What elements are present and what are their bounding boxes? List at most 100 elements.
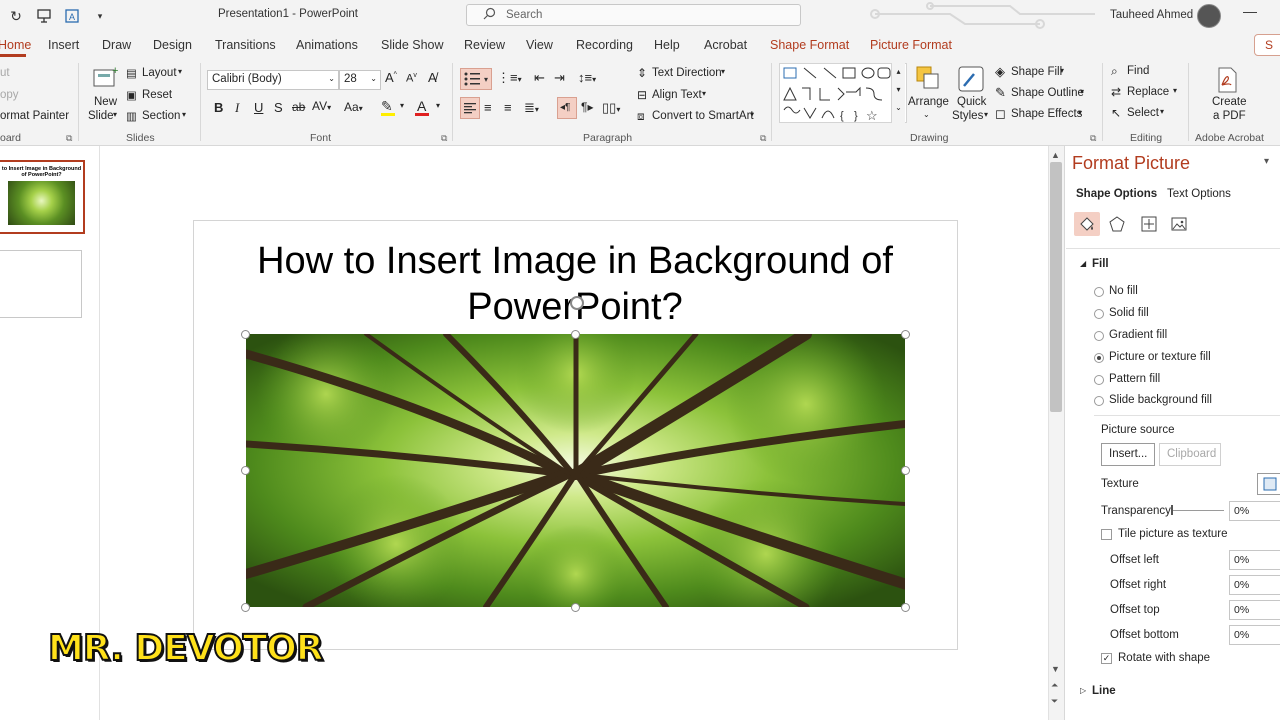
shape-fill-dropdown-icon[interactable]: ▾ [1060,66,1064,75]
tab-acrobat[interactable]: Acrobat [704,38,747,52]
increase-indent-icon[interactable]: ⇥ [554,70,565,86]
line-expand-icon[interactable]: ▷ [1080,686,1086,695]
user-name[interactable]: Tauheed Ahmed [1110,9,1193,21]
resize-handle-bottom-left[interactable] [241,603,250,612]
section-button[interactable]: Section [142,110,180,122]
rotate-handle-icon[interactable] [570,296,584,310]
offset-left-input[interactable]: 0% [1229,550,1280,570]
bullets-button[interactable]: ▾ [460,68,492,90]
line-spacing-icon[interactable]: ↕≡▾ [578,70,596,85]
underline-icon[interactable]: U [254,100,263,115]
align-left-button[interactable] [460,97,480,119]
tab-picture-format[interactable]: Picture Format [870,38,952,52]
text-direction-icon[interactable]: ⇕ [637,66,647,80]
texture-picker-icon[interactable] [1257,473,1280,495]
convert-smartart-button[interactable]: Convert to SmartArt [652,110,754,122]
arrange-icon[interactable] [914,64,942,92]
shape-outline-dropdown-icon[interactable]: ▾ [1080,87,1084,96]
numbering-icon[interactable]: ⋮≡▾ [497,70,522,86]
rotate-with-shape-label[interactable]: Rotate with shape [1118,652,1210,664]
section-icon[interactable]: ▥ [126,109,137,123]
shapes-gallery[interactable]: {} ☆ [779,63,907,123]
font-family-combo[interactable]: Calibri (Body) ⌄ [207,70,339,90]
scroll-down-icon[interactable]: ▼ [1051,664,1060,674]
transparency-slider[interactable] [1172,510,1224,511]
shape-outline-icon[interactable]: ✎ [995,85,1006,101]
solid-fill-label[interactable]: Solid fill [1109,307,1149,319]
previous-slide-icon[interactable]: ⏶ [1051,680,1058,691]
quick-styles-label-2[interactable]: Styles [952,110,983,122]
slide-title[interactable]: How to Insert Image in Background of Pow… [215,238,935,330]
quick-styles-label-1[interactable]: Quick [957,96,986,108]
offset-right-input[interactable]: 0% [1229,575,1280,595]
align-center-icon[interactable]: ≡ [484,100,492,115]
fill-line-icon[interactable] [1074,212,1100,236]
clipboard-button[interactable]: Clipboard [1159,443,1221,466]
picture-icon[interactable] [1166,212,1192,236]
arrange-label[interactable]: Arrange [908,96,949,108]
layout-dropdown-icon[interactable]: ▾ [178,67,182,76]
shape-effects-button[interactable]: Shape Effects [1011,108,1082,120]
line-section-header[interactable]: Line [1092,685,1116,697]
transparency-input[interactable]: 0% [1229,501,1280,521]
tab-recording[interactable]: Recording [576,38,633,52]
select-button[interactable]: Select [1127,107,1159,119]
strikethrough-icon[interactable]: ab [292,100,305,114]
tab-shape-options[interactable]: Shape Options [1076,188,1157,200]
resize-handle-top-right[interactable] [901,330,910,339]
pattern-fill-label[interactable]: Pattern fill [1109,373,1160,385]
find-icon[interactable]: ⌕ [1111,64,1118,79]
text-direction-dropdown-icon[interactable]: ▾ [721,67,725,76]
tab-view[interactable]: View [526,38,553,52]
new-slide-label-2[interactable]: Slide [88,110,114,122]
gradient-fill-label[interactable]: Gradient fill [1109,329,1167,341]
no-fill-label[interactable]: No fill [1109,285,1138,297]
tab-text-options[interactable]: Text Options [1167,188,1231,200]
tab-home[interactable]: Home [0,38,31,52]
slide-background-fill-radio[interactable] [1094,396,1104,406]
increase-font-icon[interactable]: A^ [385,70,397,85]
change-case-icon[interactable]: Aa▾ [344,100,363,114]
tab-draw[interactable]: Draw [102,38,131,52]
quick-styles-dropdown-icon[interactable]: ▾ [984,110,988,119]
reset-button[interactable]: Reset [142,89,172,101]
paragraph-launcher-icon[interactable]: ⧉ [760,133,766,144]
font-color-dropdown-icon[interactable]: ▾ [436,101,440,110]
create-pdf-label-2[interactable]: a PDF [1213,110,1246,122]
replace-dropdown-icon[interactable]: ▾ [1173,86,1177,95]
align-text-dropdown-icon[interactable]: ▾ [702,89,706,98]
resize-handle-bottom-right[interactable] [901,603,910,612]
find-button[interactable]: Find [1127,65,1149,77]
new-slide-icon[interactable]: + [90,64,118,92]
new-slide-label-1[interactable]: New [94,96,117,108]
shape-fill-button[interactable]: Shape Fill [1011,66,1062,78]
highlight-dropdown-icon[interactable]: ▾ [400,101,404,110]
shapes-gallery-scroll[interactable]: ▴ ▾ ⌄ [891,63,905,123]
quick-styles-icon[interactable] [956,64,986,94]
present-icon[interactable] [34,6,54,26]
resize-handle-left[interactable] [241,466,250,475]
arrange-dropdown-icon[interactable]: ⌄ [923,110,930,119]
shadow-icon[interactable]: S [274,100,283,115]
decrease-font-icon[interactable]: Av [406,72,417,85]
tab-shape-format[interactable]: Shape Format [770,38,849,52]
copy-button[interactable]: opy [0,89,19,101]
effects-icon[interactable] [1104,212,1130,236]
gradient-fill-radio[interactable] [1094,331,1104,341]
replace-icon[interactable]: ⇄ [1111,85,1121,99]
tab-transitions[interactable]: Transitions [215,38,276,52]
font-launcher-icon[interactable]: ⧉ [441,133,447,144]
ltr-paragraph-icon[interactable]: ¶▸ [581,100,593,114]
resize-handle-bottom[interactable] [571,603,580,612]
layout-button[interactable]: Layout [142,67,177,79]
minimize-icon[interactable]: — [1240,3,1260,23]
resize-handle-top-left[interactable] [241,330,250,339]
cut-button[interactable]: ut [0,67,10,79]
text-box-icon[interactable]: A [62,6,82,26]
create-pdf-icon[interactable] [1214,66,1240,94]
tab-design[interactable]: Design [153,38,192,52]
scrollbar-thumb[interactable] [1050,162,1062,412]
shape-effects-dropdown-icon[interactable]: ▾ [1078,108,1082,117]
font-size-combo[interactable]: 28 ⌄ [339,70,381,90]
resize-handle-right[interactable] [901,466,910,475]
